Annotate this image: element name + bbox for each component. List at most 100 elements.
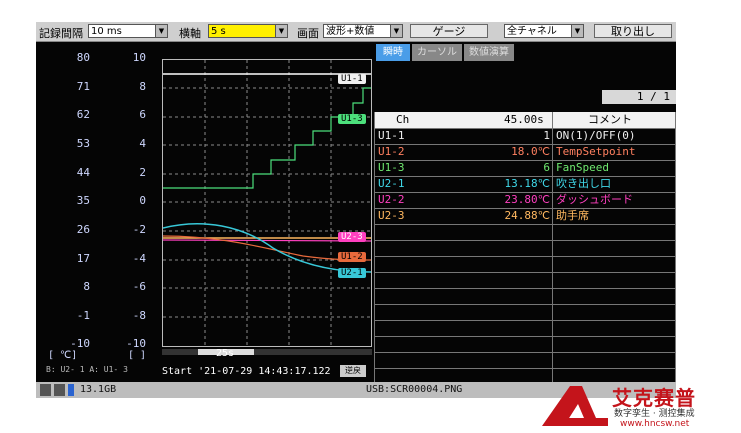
chevron-down-icon: ▼ bbox=[571, 25, 583, 37]
horizontal-axis-value: 5 s bbox=[211, 26, 226, 37]
header-time: 45.00s bbox=[504, 113, 544, 126]
row-channel: U1-3 bbox=[378, 161, 405, 174]
table-row bbox=[374, 288, 676, 304]
axis-a-tick: 35 bbox=[76, 194, 90, 207]
axis-a-tick: -1 bbox=[76, 309, 90, 322]
row-value: 13.18℃ bbox=[504, 177, 550, 190]
record-interval-select[interactable]: 10 ms ▼ bbox=[88, 24, 168, 38]
table-gridline bbox=[374, 224, 676, 225]
table-gridline bbox=[374, 160, 676, 161]
row-comment: ダッシュボード bbox=[556, 193, 633, 206]
axis-a-tick: 53 bbox=[76, 137, 90, 150]
table-row: U2-1 13.18℃ 吹き出し口 bbox=[374, 176, 676, 192]
axis-a-tick: 71 bbox=[76, 80, 90, 93]
row-comment: TempSetpoint bbox=[556, 145, 636, 158]
start-timestamp: Start '21-07-29 14:43:17.122 bbox=[162, 366, 331, 377]
table-row bbox=[374, 256, 676, 272]
waveform-plot[interactable] bbox=[162, 59, 372, 347]
tab-instant[interactable]: 瞬時 bbox=[376, 44, 410, 61]
table-gridline bbox=[374, 368, 676, 369]
row-comment: 助手席 bbox=[556, 209, 589, 222]
table-gridline bbox=[552, 112, 553, 384]
channel-tag-u1-2[interactable]: U1-2 bbox=[338, 252, 366, 262]
row-value: 6 bbox=[543, 161, 550, 174]
horizontal-axis-select[interactable]: 5 s ▼ bbox=[208, 24, 288, 38]
row-value: 24.88℃ bbox=[504, 209, 550, 222]
axis-b-tick: 10 bbox=[132, 51, 146, 64]
chevron-down-icon: ▼ bbox=[275, 25, 287, 37]
memory-remaining: 13.1GB bbox=[80, 384, 117, 395]
tab-calc[interactable]: 数値演算 bbox=[464, 44, 514, 61]
axis-a-tick: 17 bbox=[76, 252, 90, 265]
chevron-down-icon: ▼ bbox=[390, 25, 402, 37]
floppy-icon bbox=[40, 384, 51, 396]
channel-tag-u2-1[interactable]: U2-1 bbox=[338, 268, 366, 278]
watermark-subtitle: 数字孪生 · 测控集成 bbox=[614, 409, 695, 419]
header-ch: Ch bbox=[396, 113, 410, 126]
axis-unit-b: [ ] bbox=[128, 350, 147, 361]
row-comment: FanSpeed bbox=[556, 161, 609, 174]
logo-mark-icon bbox=[542, 386, 608, 426]
axis-b-tick: 8 bbox=[139, 80, 146, 93]
time-scrollbar[interactable] bbox=[162, 349, 372, 355]
table-gridline bbox=[374, 144, 676, 145]
row-value: 1 bbox=[543, 129, 550, 142]
axis-b-tick: 2 bbox=[139, 166, 146, 179]
table-gridline bbox=[374, 256, 676, 257]
takeout-button[interactable]: 取り出し bbox=[594, 24, 672, 38]
table-gridline bbox=[374, 320, 676, 321]
row-comment: 吹き出し口 bbox=[556, 177, 611, 190]
axis-a-tick: 62 bbox=[76, 108, 90, 121]
channel-tag-u2-3[interactable]: U2-3 bbox=[338, 232, 366, 242]
waveform-svg bbox=[163, 60, 371, 346]
table-row bbox=[374, 352, 676, 368]
table-gridline bbox=[374, 336, 676, 337]
time-label: 25s bbox=[216, 348, 235, 359]
table-row: U1-3 6 FanSpeed bbox=[374, 160, 676, 176]
tab-cursor[interactable]: カーソル bbox=[412, 44, 462, 61]
record-interval-label: 記録間隔 bbox=[39, 27, 83, 40]
row-channel: U2-3 bbox=[378, 209, 405, 222]
axis-a-tick: 44 bbox=[76, 166, 90, 179]
gauge-button[interactable]: ゲージ bbox=[410, 24, 488, 38]
horizontal-axis-label: 横軸 bbox=[179, 27, 201, 40]
axis-b-tick: -6 bbox=[132, 280, 146, 293]
channel-select[interactable]: 全チャネル ▼ bbox=[504, 24, 584, 38]
axis-a-tick: 26 bbox=[76, 223, 90, 236]
screen-select[interactable]: 波形+数値 ▼ bbox=[323, 24, 403, 38]
table-gridline bbox=[374, 288, 676, 289]
axis-a-tick: -10 bbox=[70, 337, 90, 350]
table-gridline bbox=[374, 176, 676, 177]
toolbar: 記録間隔 10 ms ▼ 横軸 5 s ▼ 画面 波形+数値 ▼ ゲージ 全チャ… bbox=[36, 22, 676, 42]
table-gridline bbox=[374, 208, 676, 209]
row-comment: ON(1)/OFF(0) bbox=[556, 129, 636, 142]
storage-icon bbox=[68, 384, 74, 396]
channel-tag-u1-1[interactable]: U1-1 bbox=[338, 74, 366, 84]
row-channel: U2-2 bbox=[378, 193, 405, 206]
logger-screen: 記録間隔 10 ms ▼ 横軸 5 s ▼ 画面 波形+数値 ▼ ゲージ 全チャ… bbox=[36, 22, 676, 398]
header-comment: コメント bbox=[588, 113, 632, 126]
table-row bbox=[374, 336, 676, 352]
table-gridline bbox=[675, 112, 676, 384]
table-gridline bbox=[374, 128, 676, 129]
axis-b-tick: -10 bbox=[126, 337, 146, 350]
table-gridline bbox=[374, 272, 676, 273]
trace-u1-3 bbox=[163, 87, 371, 189]
axis-b-tick: 4 bbox=[139, 137, 146, 150]
page-indicator: 1 / 1 bbox=[602, 90, 676, 104]
table-gridline bbox=[374, 240, 676, 241]
axis-b-tick: -8 bbox=[132, 309, 146, 322]
row-channel: U1-2 bbox=[378, 145, 405, 158]
screen-label: 画面 bbox=[297, 27, 319, 40]
axis-a-tick: 80 bbox=[76, 51, 90, 64]
chevron-down-icon: ▼ bbox=[155, 25, 167, 37]
table-gridline bbox=[374, 304, 676, 305]
table-row: U2-2 23.80℃ ダッシュボード bbox=[374, 192, 676, 208]
channel-select-value: 全チャネル bbox=[507, 26, 557, 37]
channel-tag-u1-3[interactable]: U1-3 bbox=[338, 114, 366, 124]
axis-b-tick: -4 bbox=[132, 252, 146, 265]
stop-button[interactable]: 逆戻 bbox=[340, 365, 366, 377]
axis-b-tick: -2 bbox=[132, 223, 146, 236]
row-channel: U2-1 bbox=[378, 177, 405, 190]
table-row bbox=[374, 240, 676, 256]
